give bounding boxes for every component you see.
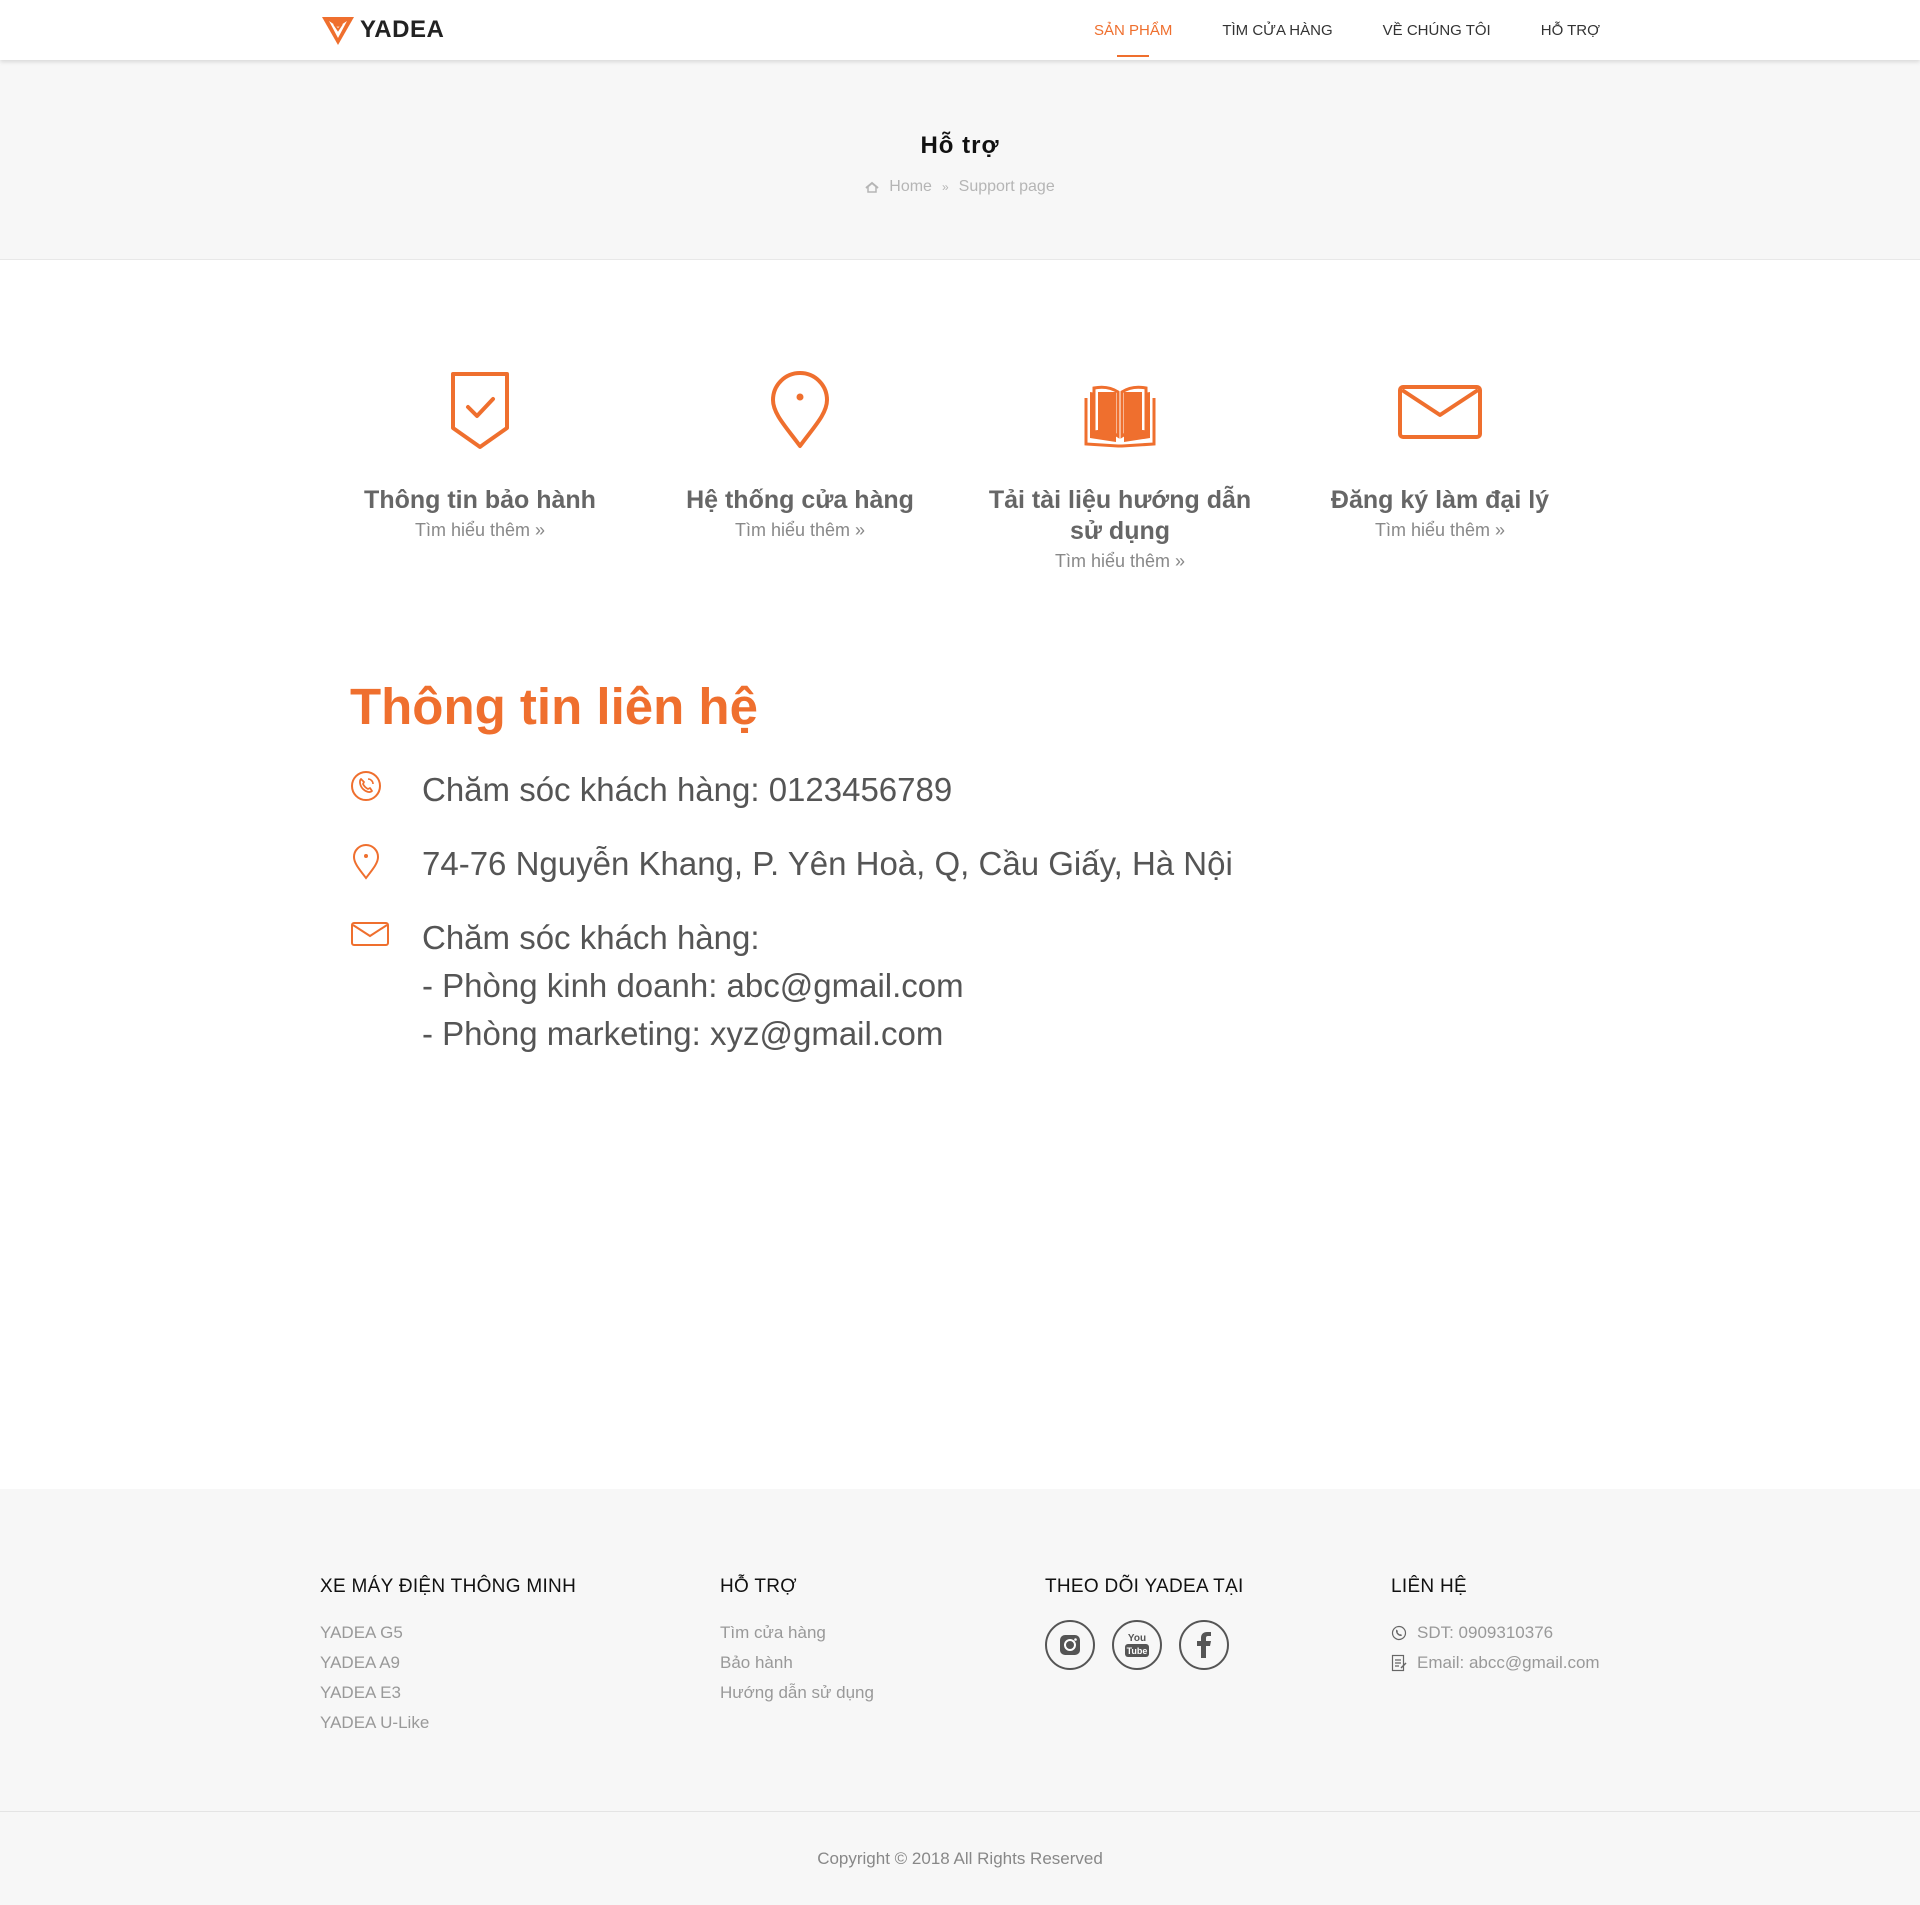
feature-manuals[interactable]: Tải tài liệu hướng dẫn sử dụng Tìm hiểu … <box>970 370 1270 572</box>
contact-email-heading: Chăm sóc khách hàng: <box>422 919 760 956</box>
footer-email: Email: abcc@gmail.com <box>1391 1648 1600 1678</box>
phone-icon <box>351 771 381 801</box>
footer-link-g5[interactable]: YADEA G5 <box>320 1618 576 1648</box>
footer-link-find-store[interactable]: Tìm cửa hàng <box>720 1618 874 1648</box>
page-banner: Hỗ trợ Home » Support page <box>0 60 1920 260</box>
contact-address-row: 74-76 Nguyễn Khang, P. Yên Hoà, Q, Cầu G… <box>350 840 1600 888</box>
mail-icon <box>351 922 389 946</box>
breadcrumb-current: Support page <box>958 178 1055 195</box>
svg-text:Tube: Tube <box>1127 1646 1148 1656</box>
envelope-icon <box>1398 385 1482 439</box>
svg-text:You: You <box>1128 1633 1146 1644</box>
site-footer: XE MÁY ĐIỆN THÔNG MINH YADEA G5 YADEA A9… <box>0 1489 1920 1905</box>
breadcrumb-home[interactable]: Home <box>889 178 932 196</box>
nav-item-products[interactable]: SẢN PHẨM <box>1094 0 1172 60</box>
feature-dealer[interactable]: Đăng ký làm đại lý Tìm hiểu thêm » <box>1290 370 1590 572</box>
location-icon <box>352 844 380 880</box>
youtube-icon[interactable]: You Tube <box>1112 1620 1162 1670</box>
email-form-icon <box>1391 1654 1407 1672</box>
contact-email-sales: - Phòng kinh doanh: abc@gmail.com <box>422 967 964 1004</box>
instagram-icon[interactable] <box>1045 1620 1095 1670</box>
main-nav: SẢN PHẨM TÌM CỬA HÀNG VỀ CHÚNG TÔI HỖ TR… <box>1094 0 1600 60</box>
map-pin-icon <box>771 371 829 448</box>
support-features: Thông tin bảo hành Tìm hiểu thêm » Hệ th… <box>320 260 1600 572</box>
footer-link-warranty[interactable]: Bảo hành <box>720 1648 874 1678</box>
footer-link-ulike[interactable]: YADEA U-Like <box>320 1708 576 1738</box>
learn-more-link[interactable]: Tìm hiểu thêm » <box>1290 520 1590 541</box>
brand-name: YADEA <box>360 16 445 43</box>
site-header: YADEA SẢN PHẨM TÌM CỬA HÀNG VỀ CHÚNG TÔI… <box>0 0 1920 60</box>
feature-title: Đăng ký làm đại lý <box>1330 486 1550 514</box>
learn-more-link[interactable]: Tìm hiểu thêm » <box>330 520 630 541</box>
book-icon <box>1084 385 1156 448</box>
feature-title: Hệ thống cửa hàng <box>686 486 914 514</box>
footer-phone: SDT: 0909310376 <box>1391 1618 1600 1648</box>
feature-title: Thông tin bảo hành <box>364 486 596 514</box>
facebook-icon[interactable] <box>1179 1620 1229 1670</box>
contact-info: Thông tin liên hệ Chăm sóc khách hàng: 0… <box>320 572 1600 1058</box>
contact-title: Thông tin liên hệ <box>350 678 758 735</box>
copyright: Copyright © 2018 All Rights Reserved <box>0 1811 1920 1905</box>
feature-title: Tải tài liệu hướng dẫn sử dụng <box>988 486 1252 545</box>
nav-item-find-store[interactable]: TÌM CỬA HÀNG <box>1222 0 1332 60</box>
page-title: Hỗ trợ <box>920 132 1000 159</box>
contact-email-row: Chăm sóc khách hàng: - Phòng kinh doanh:… <box>350 914 1600 1058</box>
nav-item-support[interactable]: HỖ TRỢ <box>1541 0 1600 60</box>
phone-icon <box>1391 1625 1407 1641</box>
contact-phone-row: Chăm sóc khách hàng: 0123456789 <box>350 766 1600 814</box>
feature-stores[interactable]: Hệ thống cửa hàng Tìm hiểu thêm » <box>650 370 950 572</box>
breadcrumb-separator: » <box>941 180 949 194</box>
yadea-logo[interactable]: YADEA <box>320 12 444 48</box>
footer-link-manual[interactable]: Hướng dẫn sử dụng <box>720 1678 874 1708</box>
footer-column-title: XE MÁY ĐIỆN THÔNG MINH <box>320 1576 577 1597</box>
contact-email-marketing: - Phòng marketing: xyz@gmail.com <box>422 1015 944 1052</box>
home-icon <box>865 181 879 193</box>
footer-contact-column: LIÊN HỆ SDT: 0909310376 Email: abcc@gmai… <box>1391 1576 1600 1678</box>
learn-more-link[interactable]: Tìm hiểu thêm » <box>650 520 950 541</box>
footer-link-a9[interactable]: YADEA A9 <box>320 1648 576 1678</box>
breadcrumb: Home » Support page <box>0 178 1920 196</box>
footer-social-column: THEO DÕI YADEA TẠI You Tube <box>1045 1576 1244 1670</box>
feature-warranty[interactable]: Thông tin bảo hành Tìm hiểu thêm » <box>330 370 630 572</box>
shield-check-icon <box>451 372 509 449</box>
footer-products-column: XE MÁY ĐIỆN THÔNG MINH YADEA G5 YADEA A9… <box>320 1576 576 1738</box>
footer-column-title: HỖ TRỢ <box>720 1576 797 1597</box>
learn-more-link[interactable]: Tìm hiểu thêm » <box>970 551 1270 572</box>
footer-column-title: THEO DÕI YADEA TẠI <box>1045 1576 1244 1597</box>
contact-address: 74-76 Nguyễn Khang, P. Yên Hoà, Q, Cầu G… <box>422 845 1233 882</box>
footer-support-column: HỖ TRỢ Tìm cửa hàng Bảo hành Hướng dẫn s… <box>720 1576 874 1708</box>
yadea-logo-icon <box>322 17 354 45</box>
footer-link-e3[interactable]: YADEA E3 <box>320 1678 576 1708</box>
contact-phone: Chăm sóc khách hàng: 0123456789 <box>422 771 953 808</box>
footer-column-title: LIÊN HỆ <box>1391 1576 1468 1597</box>
nav-item-about[interactable]: VỀ CHÚNG TÔI <box>1383 0 1491 60</box>
